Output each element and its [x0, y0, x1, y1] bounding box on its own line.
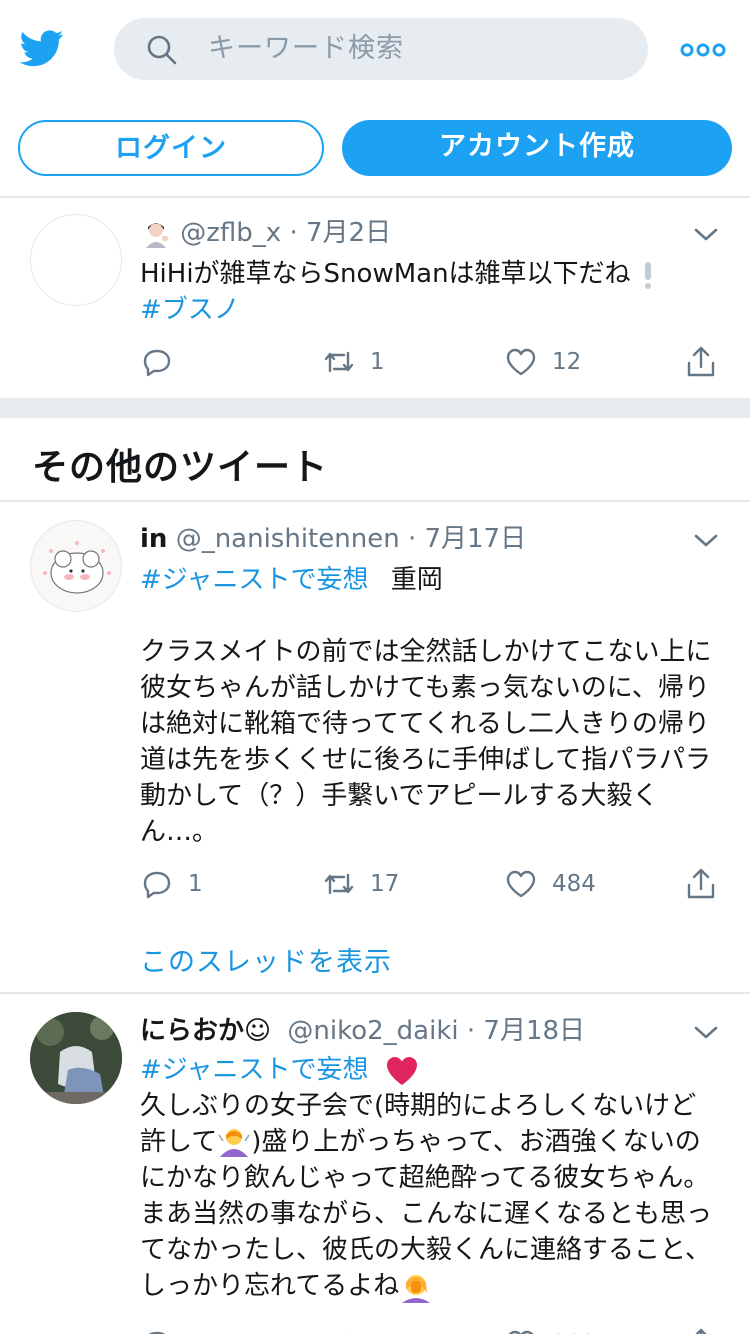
top-bar: キーワード検索 — [0, 0, 750, 100]
dot-separator: · — [466, 1016, 476, 1046]
avatar[interactable] — [30, 520, 122, 612]
reply-button[interactable]: 1 — [140, 1324, 203, 1334]
share-icon — [687, 868, 715, 899]
signup-button[interactable]: アカウント作成 — [342, 120, 732, 176]
tweet[interactable]: @zflb_x · 7月2日 HiHiが雑草ならSnowManは雑草以下だね #… — [0, 198, 750, 398]
tweet[interactable]: in @_nanishitennen · 7月17日 #ジャニストで妄想 重岡 … — [0, 502, 750, 992]
chevron-down-icon[interactable] — [692, 224, 720, 244]
show-thread-link[interactable]: このスレッドを表示 — [140, 940, 392, 979]
search-icon — [147, 35, 177, 65]
retweet-icon — [347, 1333, 349, 1334]
section-title: その他のツイート — [32, 447, 329, 488]
retweet-icon — [324, 351, 354, 373]
reply-button[interactable] — [140, 342, 188, 382]
tweet-actions: 1 15 333 — [140, 1324, 730, 1334]
tweet-text: #ジャニストで妄想 重岡 クラスメイトの前では全然話しかけてこない上に彼女ちゃん… — [140, 562, 720, 850]
context-prefix: in — [140, 524, 168, 554]
like-button[interactable]: 333 — [504, 1324, 596, 1334]
chevron-down-icon[interactable] — [692, 1022, 720, 1042]
reply-icon — [143, 349, 171, 377]
share-button[interactable] — [684, 342, 718, 382]
reply-count: 1 — [188, 871, 203, 897]
retweet-icon — [324, 873, 354, 895]
hashtag[interactable]: #ブスノ — [140, 295, 240, 325]
retweet-button[interactable]: 15 — [322, 1324, 399, 1334]
handle[interactable]: @zflb_x — [180, 218, 281, 248]
reply-icon — [148, 1331, 166, 1334]
display-name[interactable]: にらおか — [140, 1016, 244, 1046]
reply-button[interactable]: 1 — [140, 864, 203, 904]
tweet[interactable]: にらおか☺ @niko2_daiki · 7月18日 #ジャニストで妄想 久しぶ… — [0, 994, 750, 1334]
avatar-illustration — [43, 541, 111, 594]
retweet-button[interactable]: 17 — [322, 864, 399, 904]
dot-separator: · — [407, 524, 417, 554]
woman-tipping-hand-emoji-icon — [146, 222, 168, 248]
tweet-meta: にらおか☺ @niko2_daiki · 7月18日 — [140, 1014, 585, 1048]
dot-separator: · — [289, 218, 298, 248]
retweet-count: 1 — [370, 349, 385, 375]
handle[interactable]: @niko2_daiki — [287, 1016, 458, 1046]
avatar[interactable] — [30, 214, 122, 306]
date[interactable]: 7月2日 — [306, 218, 391, 248]
share-icon — [687, 346, 715, 377]
share-button[interactable] — [684, 1324, 718, 1334]
search-input[interactable]: キーワード検索 — [208, 32, 404, 66]
retweet-button[interactable]: 1 — [322, 342, 385, 382]
hashtag[interactable]: #ジャニストで妄想 — [140, 1055, 369, 1085]
chevron-down-icon[interactable] — [692, 530, 720, 550]
hashtag[interactable]: #ジャニストで妄想 — [140, 565, 369, 595]
retweet-count: 17 — [370, 871, 400, 897]
hashtag-suffix: 重岡 — [390, 565, 443, 595]
heart-icon — [506, 348, 536, 376]
tweet-text: HiHiが雑草ならSnowManは雑草以下だね #ブスノ — [140, 256, 720, 328]
heart-icon — [508, 1330, 534, 1334]
share-button[interactable] — [684, 864, 718, 904]
section-separator — [0, 398, 750, 418]
tweet-meta: in @_nanishitennen · 7月17日 — [140, 522, 526, 556]
like-count: 484 — [552, 871, 596, 897]
handle[interactable]: @_nanishitennen — [176, 524, 400, 554]
person-bowing-emoji-icon — [218, 1128, 250, 1157]
exclamation-icon — [644, 261, 651, 289]
login-button[interactable]: ログイン — [18, 120, 324, 176]
tweet-body-text: クラスメイトの前では全然話しかけてこない上に彼女ちゃんが話しかけても素っ気ないの… — [140, 637, 712, 847]
share-icon — [695, 1328, 707, 1334]
face-palm-emoji-icon — [402, 1274, 431, 1303]
tweet-text: #ジャニストで妄想 久しぶりの女子会で(時期的によろしくないけど許して )盛り上… — [140, 1052, 720, 1304]
reply-icon — [143, 871, 171, 899]
date[interactable]: 7月17日 — [424, 524, 526, 554]
heart-icon — [506, 870, 536, 898]
tweet-meta: @zflb_x · 7月2日 — [140, 216, 391, 250]
search-bar[interactable]: キーワード検索 — [114, 18, 648, 80]
avatar-photo — [30, 1012, 122, 1104]
tweet-actions: 1 17 484 — [140, 864, 730, 904]
like-count: 12 — [552, 349, 582, 375]
twitter-bird-icon[interactable] — [18, 26, 66, 70]
like-button[interactable]: 12 — [504, 342, 581, 382]
like-button[interactable]: 484 — [504, 864, 596, 904]
more-dots-icon[interactable] — [680, 38, 726, 62]
avatar[interactable] — [30, 1012, 122, 1104]
date[interactable]: 7月18日 — [483, 1016, 585, 1046]
red-heart-emoji-icon — [386, 1056, 417, 1085]
name-symbol: ☺ — [244, 1016, 272, 1046]
tweet-actions: 1 12 — [140, 342, 730, 382]
